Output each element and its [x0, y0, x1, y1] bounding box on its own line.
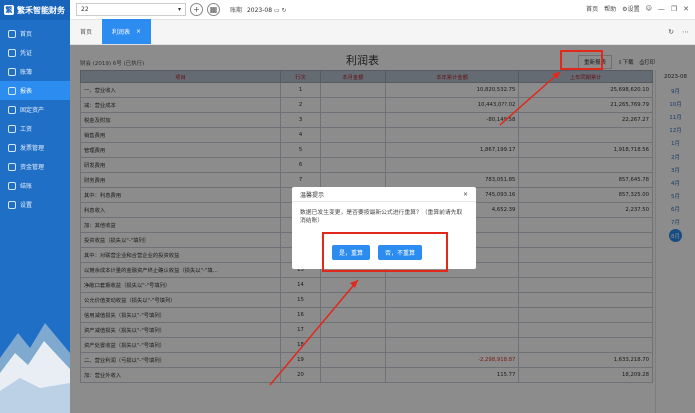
- arrow-head-dialog: [350, 280, 358, 288]
- arrow-to-dialog: [269, 279, 359, 386]
- annotation-arrows: [269, 71, 561, 386]
- app-window: 繁 繁禾智能财务 首页 凭证 账簿 报表 固定资产 工资 发票管理 资金管理 结…: [0, 0, 695, 413]
- arrow-to-recalc: [499, 71, 561, 126]
